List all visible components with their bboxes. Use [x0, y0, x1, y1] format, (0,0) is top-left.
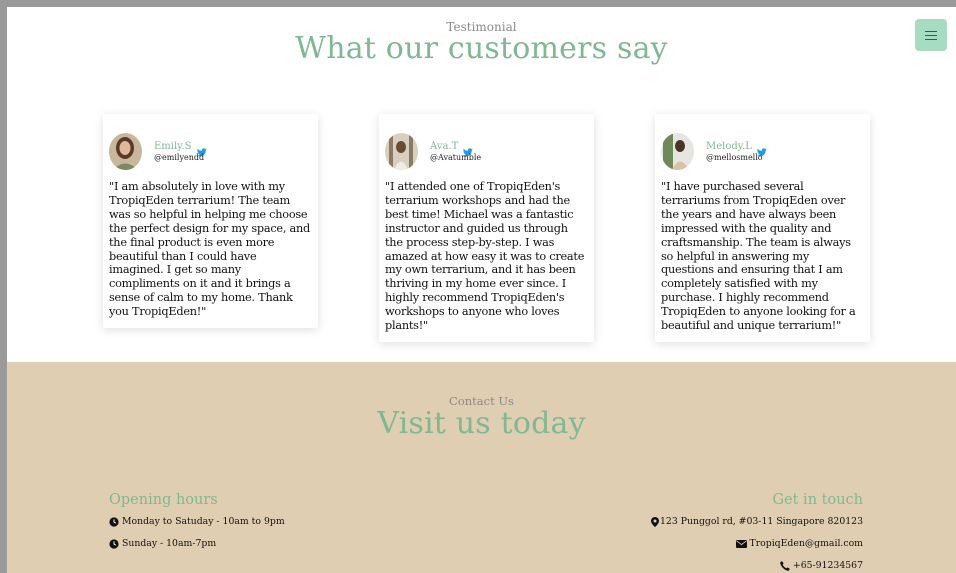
card-header: Melody.L @mellosmello	[661, 132, 864, 170]
testimonial-card: Ava.T @Avatumble "I attended one of Trop…	[379, 114, 594, 342]
hours-line-weekday: Monday to Satuday - 10am to 9pm	[109, 516, 285, 527]
email-line[interactable]: TropiqEden@gmail.com	[735, 538, 863, 549]
testimonial-quote: "I have purchased several terrariums fro…	[661, 180, 856, 333]
customer-handle: @Avatumble	[430, 152, 482, 162]
testimonial-card: Melody.L @mellosmello "I have purchased …	[655, 114, 870, 342]
testimonial-title: What our customers say	[295, 31, 668, 66]
contact-title: Visit us today	[377, 406, 586, 441]
card-header: Emily.S @emilyendd	[109, 132, 312, 170]
get-in-touch-title: Get in touch	[772, 492, 863, 508]
testimonial-section: Testimonial What our customers say Emily…	[7, 7, 956, 362]
card-header: Ava.T @Avatumble	[385, 132, 588, 170]
customer-handle: @emilyendd	[154, 152, 205, 162]
page: Testimonial What our customers say Emily…	[7, 7, 956, 573]
hamburger-menu-icon	[925, 30, 937, 40]
hours-line-sunday: Sunday - 10am-7pm	[109, 538, 216, 549]
phone-icon	[780, 560, 790, 571]
contact-section: Contact Us Visit us today Opening hours …	[7, 362, 956, 573]
avatar	[385, 132, 418, 170]
map-marker-icon	[651, 516, 660, 527]
twitter-icon[interactable]	[196, 142, 207, 156]
testimonial-quote: "I attended one of TropiqEden's terrariu…	[385, 180, 585, 333]
phone-line[interactable]: +65-91234567	[780, 560, 863, 571]
envelope-icon	[735, 539, 747, 548]
avatar	[661, 132, 694, 170]
avatar	[109, 132, 142, 170]
menu-button[interactable]	[915, 19, 947, 51]
clock-icon	[109, 538, 119, 549]
clock-icon	[109, 516, 119, 527]
twitter-icon[interactable]	[463, 142, 474, 156]
customer-handle: @mellosmello	[706, 152, 763, 162]
opening-hours-title: Opening hours	[109, 492, 218, 508]
customer-name: Melody.L	[706, 140, 752, 152]
customer-name: Ava.T	[430, 140, 459, 152]
testimonial-quote: "I am absolutely in love with my TropiqE…	[109, 180, 311, 319]
address-line: 123 Punggol rd, #03-11 Singapore 820123	[651, 516, 863, 527]
twitter-icon[interactable]	[756, 142, 767, 156]
testimonial-card: Emily.S @emilyendd "I am absolutely in l…	[103, 114, 318, 328]
customer-name: Emily.S	[154, 140, 192, 152]
